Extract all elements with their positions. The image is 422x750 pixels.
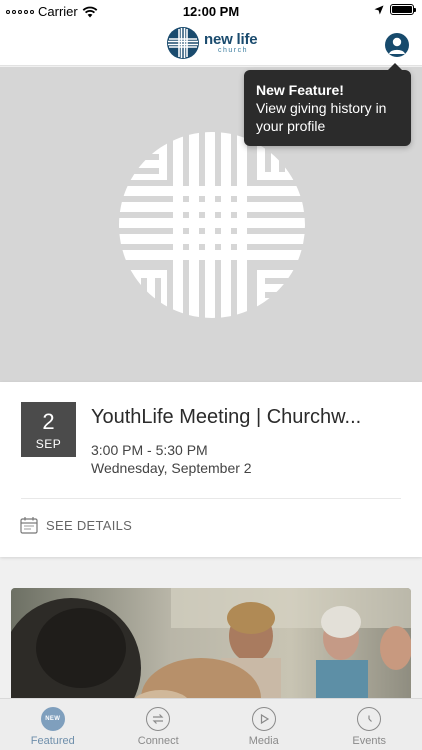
- logo-sub-text: church: [218, 47, 249, 54]
- event-card[interactable]: 2 SEP YouthLife Meeting | Churchw... 3:0…: [0, 382, 422, 557]
- card-divider: [21, 498, 401, 499]
- event-month: SEP: [35, 437, 62, 451]
- logo-main-text: new life: [204, 31, 258, 48]
- bottom-tab-bar: NEW Featured Connect Media Events: [0, 698, 422, 750]
- new-badge-icon: NEW: [40, 707, 65, 731]
- see-details-button[interactable]: SEE DETAILS: [20, 516, 132, 534]
- tab-connect-label: Connect: [137, 735, 179, 747]
- profile-button[interactable]: [385, 33, 409, 57]
- connect-arrows-icon: [146, 707, 171, 731]
- user-profile-icon: [389, 37, 405, 54]
- event-date: Wednesday, September 2: [91, 460, 252, 476]
- app-header: new life church: [0, 22, 422, 66]
- featured-photo-card[interactable]: [11, 588, 411, 708]
- tooltip-title: New Feature!: [256, 82, 344, 98]
- status-time: 12:00 PM: [182, 4, 240, 19]
- tab-events-label: Events: [352, 735, 387, 747]
- calendar-icon: [20, 517, 38, 534]
- event-day: 2: [42, 409, 55, 434]
- church-logo: new life church: [166, 26, 258, 60]
- tab-media[interactable]: Media: [211, 699, 317, 750]
- new-feature-tooltip[interactable]: New Feature! View giving history in your…: [244, 63, 411, 146]
- clock-icon: [357, 707, 382, 731]
- tab-featured-label: Featured: [30, 735, 75, 747]
- status-right: [374, 4, 416, 15]
- tab-media-label: Media: [248, 735, 279, 747]
- event-date-badge: 2 SEP: [21, 402, 76, 457]
- tab-events[interactable]: Events: [317, 699, 422, 750]
- hero-emblem-icon: [119, 132, 305, 318]
- logo-emblem-icon: [167, 27, 199, 59]
- status-bar: Carrier 12:00 PM: [0, 0, 422, 22]
- tab-featured[interactable]: NEW Featured: [0, 699, 106, 750]
- play-icon: [251, 707, 276, 731]
- event-title[interactable]: YouthLife Meeting | Churchw...: [91, 406, 391, 429]
- featured-photo: [11, 588, 411, 708]
- tab-connect[interactable]: Connect: [106, 699, 212, 750]
- new-badge-label: NEW: [45, 716, 61, 722]
- tooltip-body: View giving history in your profile: [256, 100, 387, 134]
- battery-icon: [390, 4, 416, 15]
- event-time: 3:00 PM - 5:30 PM: [91, 442, 208, 458]
- see-details-label: SEE DETAILS: [46, 517, 133, 533]
- location-arrow-icon: [374, 5, 384, 14]
